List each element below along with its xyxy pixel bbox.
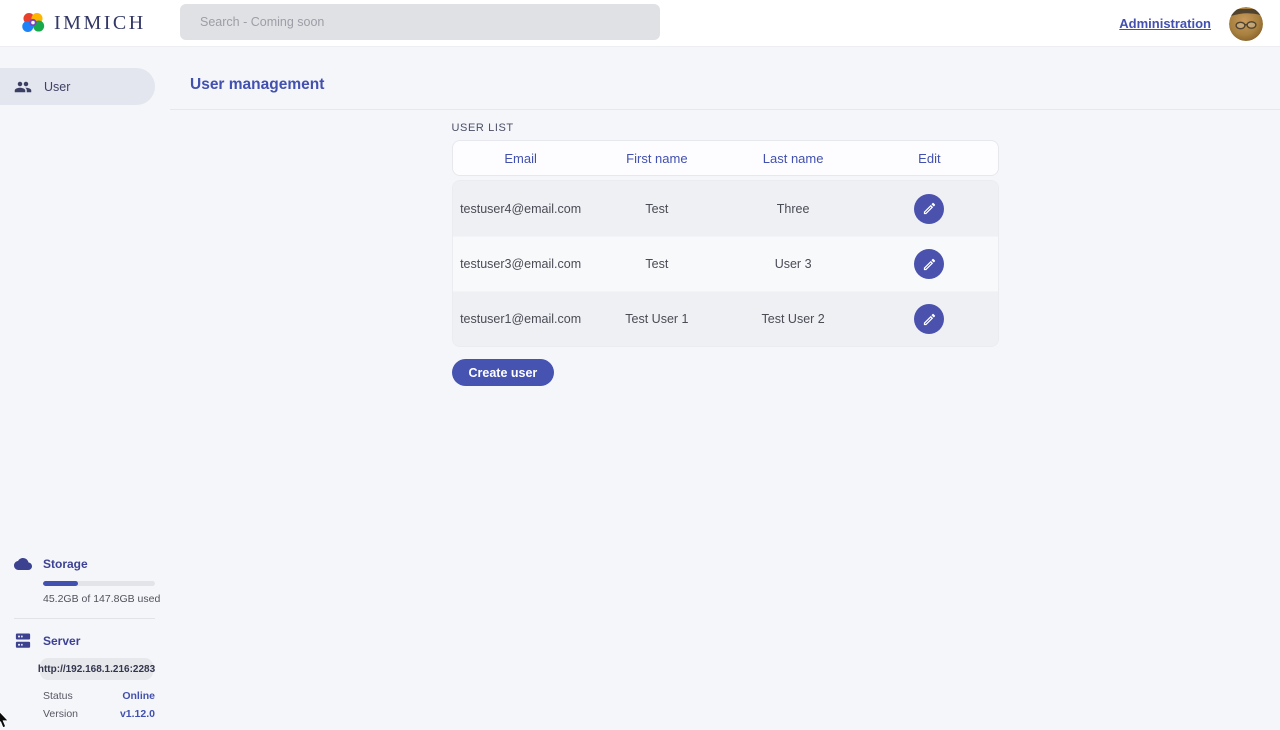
cell-first-name: Test xyxy=(589,257,725,271)
user-avatar[interactable] xyxy=(1229,7,1263,41)
page-title: User management xyxy=(190,76,1280,94)
storage-usage-text: 45.2GB of 147.8GB used xyxy=(43,593,170,605)
top-right-group: Administration xyxy=(1119,0,1263,47)
brand[interactable]: IMMICH xyxy=(0,10,160,36)
column-header-edit: Edit xyxy=(861,151,997,166)
avatar-photo xyxy=(1229,7,1263,41)
immich-logo-icon xyxy=(20,10,46,36)
cell-last-name: User 3 xyxy=(725,257,861,271)
edit-user-button[interactable] xyxy=(914,304,944,334)
version-value: v1.12.0 xyxy=(120,708,155,720)
cell-first-name: Test xyxy=(589,202,725,216)
edit-user-button[interactable] xyxy=(914,194,944,224)
status-value: Online xyxy=(122,690,155,702)
pencil-icon xyxy=(922,312,937,327)
cell-last-name: Three xyxy=(725,202,861,216)
server-icon xyxy=(14,632,32,650)
user-table-body: testuser4@email.com Test Three testuser3… xyxy=(452,180,999,347)
status-label: Status xyxy=(43,690,73,702)
sidebar: User Storage 45.2GB of 147.8GB used Serv… xyxy=(0,47,170,730)
brand-name: IMMICH xyxy=(54,12,146,35)
pencil-icon xyxy=(922,201,937,216)
storage-progress-fill xyxy=(43,581,78,586)
create-user-button[interactable]: Create user xyxy=(452,359,555,386)
sidebar-status-panel: Storage 45.2GB of 147.8GB used Server ht… xyxy=(0,555,170,720)
table-row: testuser1@email.com Test User 1 Test Use… xyxy=(453,291,998,346)
cell-email: testuser3@email.com xyxy=(453,257,589,271)
user-list-label: USER LIST xyxy=(452,122,999,134)
server-url-badge: http://192.168.1.216:2283 xyxy=(40,658,153,680)
title-divider xyxy=(170,109,1280,110)
sidebar-item-label: User xyxy=(44,80,70,94)
cell-email: testuser1@email.com xyxy=(453,312,589,326)
column-header-last-name: Last name xyxy=(725,151,861,166)
main-content: User management USER LIST Email First na… xyxy=(170,47,1280,730)
administration-link[interactable]: Administration xyxy=(1119,16,1211,31)
column-header-first-name: First name xyxy=(589,151,725,166)
table-row: testuser3@email.com Test User 3 xyxy=(453,236,998,291)
user-table-header: Email First name Last name Edit xyxy=(452,140,999,176)
server-version-row: Version v1.12.0 xyxy=(43,708,155,720)
column-header-email: Email xyxy=(453,151,589,166)
server-header: Server xyxy=(0,632,170,650)
sidebar-divider xyxy=(14,618,155,619)
cell-email: testuser4@email.com xyxy=(453,202,589,216)
search-input[interactable] xyxy=(180,4,660,40)
pencil-icon xyxy=(922,257,937,272)
top-bar: IMMICH Administration xyxy=(0,0,1280,47)
storage-header: Storage xyxy=(0,555,170,573)
search-bar[interactable] xyxy=(180,4,660,40)
storage-title: Storage xyxy=(43,557,88,571)
server-status-row: Status Online xyxy=(43,690,155,702)
cell-last-name: Test User 2 xyxy=(725,312,861,326)
server-title: Server xyxy=(43,634,80,648)
table-row: testuser4@email.com Test Three xyxy=(453,181,998,236)
users-group-icon xyxy=(14,78,32,96)
sidebar-item-user[interactable]: User xyxy=(0,68,155,105)
storage-progress-bar xyxy=(43,581,155,586)
edit-user-button[interactable] xyxy=(914,249,944,279)
cloud-icon xyxy=(14,555,32,573)
cell-first-name: Test User 1 xyxy=(589,312,725,326)
version-label: Version xyxy=(43,708,78,720)
